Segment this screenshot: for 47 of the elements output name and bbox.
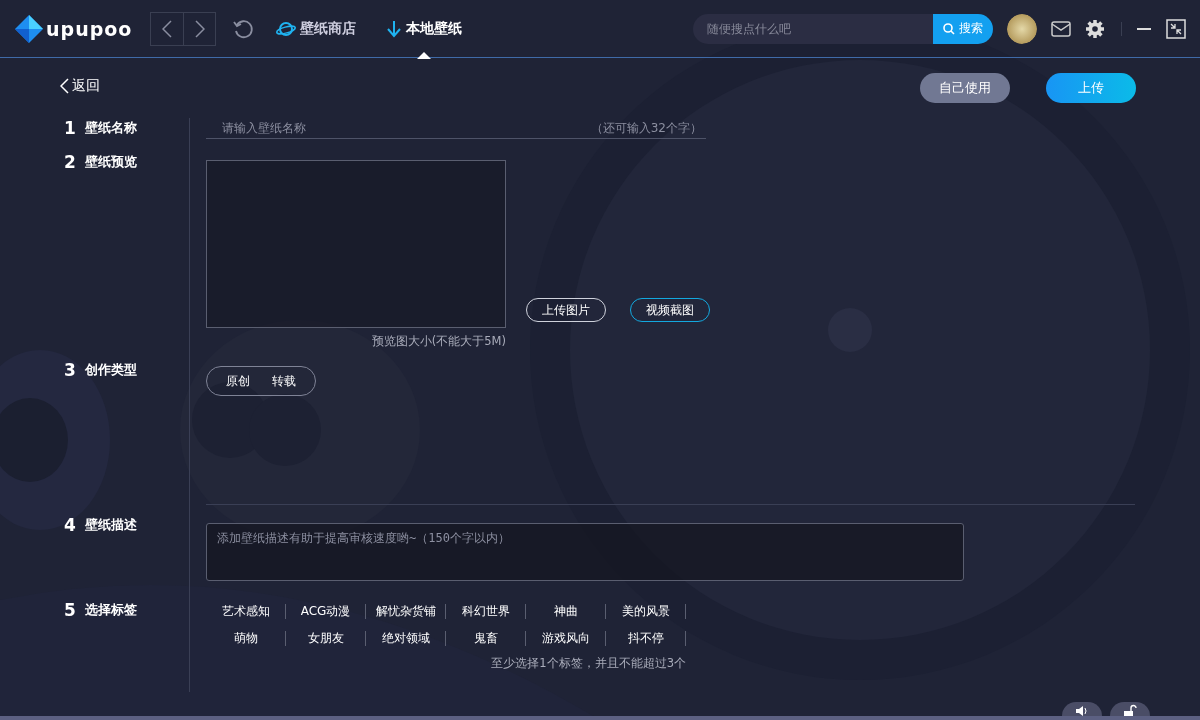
description-field[interactable]: 添加壁纸描述有助于提高审核速度哟~（150个字以内）: [206, 523, 964, 581]
tag-option[interactable]: ACG动漫: [286, 604, 366, 619]
search-icon: [943, 22, 955, 35]
tag-option[interactable]: 神曲: [526, 604, 606, 619]
step-number: 2: [64, 152, 76, 172]
settings-icon[interactable]: [1085, 18, 1105, 39]
step-number: 4: [64, 515, 76, 535]
planet-icon: [276, 20, 297, 37]
logo-icon: [14, 13, 44, 44]
nav-tab[interactable]: 本地壁纸: [378, 0, 471, 58]
tag-option[interactable]: 鬼畜: [446, 631, 526, 646]
preview-caption: 预览图大小(不能大于5M): [371, 334, 506, 349]
tag-option[interactable]: 美的风景: [606, 604, 686, 619]
tag-option[interactable]: 游戏风向: [526, 631, 606, 646]
back-link[interactable]: 返回: [60, 77, 100, 95]
nav-tab[interactable]: 壁纸商店: [268, 0, 365, 58]
refresh-icon[interactable]: [232, 17, 255, 40]
creation-type-option[interactable]: 原创: [215, 368, 261, 394]
section-label: 壁纸预览: [84, 153, 137, 171]
download-icon: [386, 19, 403, 38]
tag-option[interactable]: 科幻世界: [446, 604, 526, 619]
section-label: 选择标签: [84, 601, 137, 619]
section-label: 壁纸名称: [84, 119, 137, 137]
use-button[interactable]: 自己使用: [920, 73, 1010, 103]
chevron-left-icon: [162, 19, 173, 38]
char-counter: （还可输入32个字）: [590, 120, 702, 137]
tag-option[interactable]: 绝对领域: [366, 631, 446, 646]
chevron-left-icon: [60, 78, 69, 94]
section-label: 创作类型: [84, 361, 137, 379]
tag-option[interactable]: 萌物: [206, 631, 286, 646]
volume-icon[interactable]: [1075, 705, 1089, 717]
step-number: 5: [64, 600, 76, 620]
tag-option[interactable]: 女朋友: [286, 631, 366, 646]
section-label: 壁纸描述: [84, 516, 137, 534]
chevron-right-icon: [194, 19, 205, 38]
tags-hint: 至少选择1个标签，并且不能超过3个: [490, 656, 686, 671]
shrink-window-icon[interactable]: [1166, 18, 1186, 39]
mail-icon[interactable]: [1051, 20, 1071, 37]
tag-option[interactable]: 抖不停: [606, 631, 686, 646]
tag-option[interactable]: 艺术感知: [206, 604, 286, 619]
step-number: 3: [64, 360, 76, 380]
creation-type-option[interactable]: 转载: [261, 368, 307, 394]
step-number: 1: [64, 118, 76, 138]
app-logo-text: upupoo: [46, 17, 133, 40]
tag-option[interactable]: 解忧杂货铺: [366, 604, 446, 619]
search-field[interactable]: 随便搜点什么吧: [693, 13, 933, 44]
avatar[interactable]: [1007, 13, 1037, 44]
